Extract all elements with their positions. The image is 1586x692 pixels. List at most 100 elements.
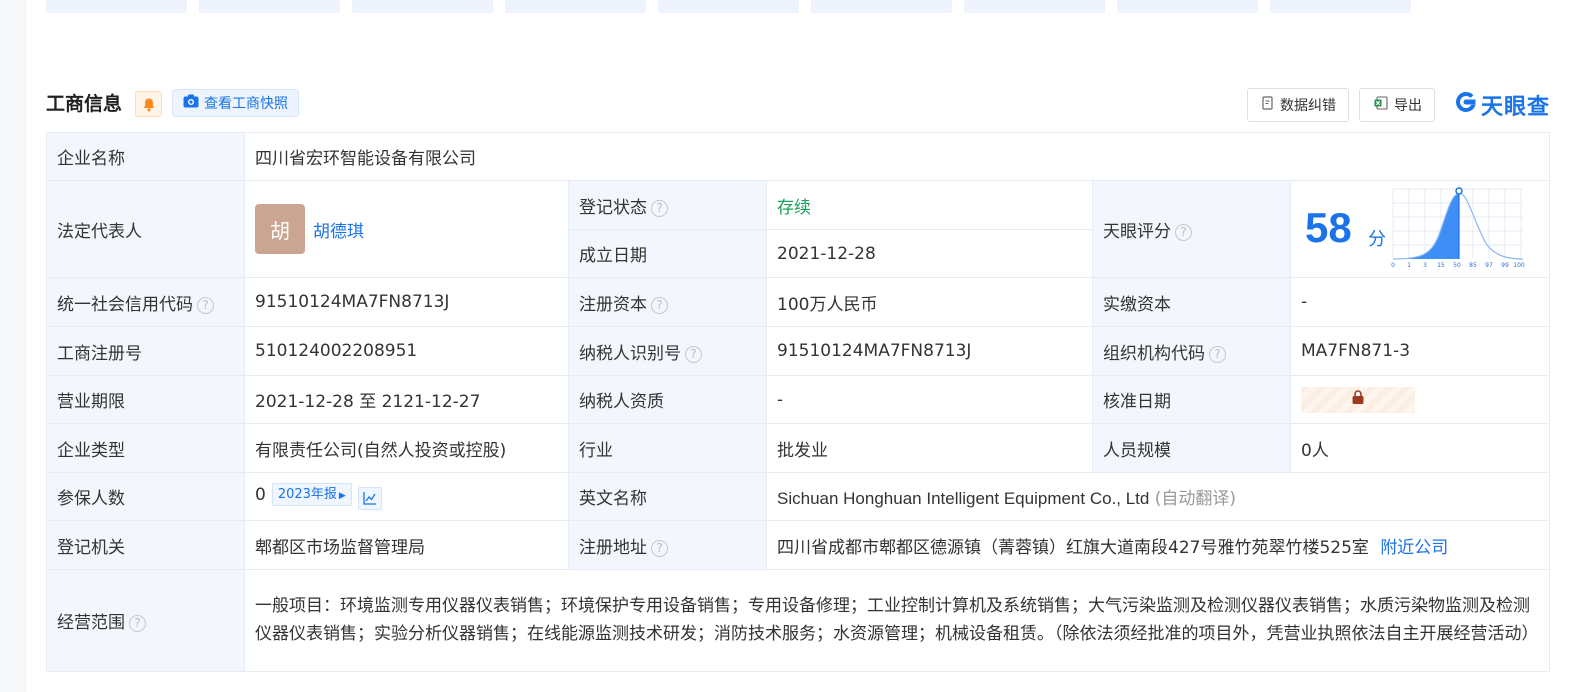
legal-rep-label: 法定代表人 xyxy=(46,180,245,278)
score-axis-tick: 3 xyxy=(1423,262,1427,269)
org-code-label: 组织机构代码 xyxy=(1103,343,1205,364)
company-name-value: 四川省宏环智能设备有限公司 xyxy=(243,132,1551,181)
lock-icon xyxy=(1350,389,1366,410)
nearby-companies-link[interactable]: 附近公司 xyxy=(1380,538,1448,558)
top-tab[interactable] xyxy=(1117,0,1258,13)
scope-label-cell: 经营范围? xyxy=(46,569,245,672)
credit-code-value: 91510124MA7FN8713J xyxy=(244,277,569,327)
score-axis-tick: 15 xyxy=(1437,262,1445,269)
english-name-value: Sichuan Honghuan Intelligent Equipment C… xyxy=(777,489,1150,508)
top-tab[interactable] xyxy=(505,0,646,13)
help-icon[interactable]: ? xyxy=(685,345,702,363)
header-tools: 数据纠错 导出 天眼查 xyxy=(1246,88,1550,122)
scope-label: 经营范围 xyxy=(57,613,125,633)
score-unit: 分 xyxy=(1368,229,1386,250)
legal-rep-link[interactable]: 胡德琪 xyxy=(313,222,364,242)
reg-status-value: 存续 xyxy=(766,180,1093,230)
table-row: 工商注册号 510124002208951 纳税人识别号? 91510124MA… xyxy=(46,326,1551,376)
authority-value: 郫都区市场监督管理局 xyxy=(244,520,569,570)
address-cell: 四川省成都市郫都区德源镇（菁蓉镇）红旗大道南段427号雅竹苑翠竹楼525室 附近… xyxy=(765,520,1551,570)
export-button[interactable]: 导出 xyxy=(1358,88,1435,122)
credit-code-label-cell: 统一社会信用代码? xyxy=(46,277,245,327)
score-distribution-chart: 0 1 3 15 50 85 97 99 100 xyxy=(1391,187,1525,269)
help-icon[interactable]: ? xyxy=(651,296,668,314)
help-icon[interactable]: ? xyxy=(197,296,214,314)
reg-capital-label: 注册资本 xyxy=(579,294,647,315)
english-name-label: 英文名称 xyxy=(568,472,767,521)
industry-label: 行业 xyxy=(568,423,767,473)
founded-value: 2021-12-28 xyxy=(766,229,1093,278)
help-icon[interactable]: ? xyxy=(1175,223,1192,241)
help-icon[interactable]: ? xyxy=(651,539,668,557)
help-icon[interactable]: ? xyxy=(129,615,146,632)
bell-icon[interactable] xyxy=(135,91,162,117)
company-type-value: 有限责任公司(自然人投资或控股) xyxy=(244,423,569,473)
logo-mark-icon xyxy=(1454,90,1478,120)
data-correction-label: 数据纠错 xyxy=(1279,98,1336,114)
score-axis-tick: 85 xyxy=(1469,262,1477,269)
export-label: 导出 xyxy=(1393,98,1422,114)
score-axis-tick: 0 xyxy=(1391,262,1395,269)
term-label: 营业期限 xyxy=(46,375,245,424)
staff-size-label: 人员规模 xyxy=(1092,423,1291,473)
tianyancha-logo: 天眼查 xyxy=(1454,89,1550,121)
taxpayer-id-label: 纳税人识别号 xyxy=(579,343,681,364)
view-snapshot-label: 查看工商快照 xyxy=(204,96,288,112)
authority-label: 登记机关 xyxy=(46,520,245,570)
insured-value: 0 xyxy=(255,485,266,506)
trend-chart-icon[interactable] xyxy=(357,486,382,510)
score-label-cell: 天眼评分? xyxy=(1092,180,1291,278)
table-row: 企业类型 有限责任公司(自然人投资或控股) 行业 批发业 人员规模 0人 xyxy=(46,423,1551,473)
help-icon[interactable]: ? xyxy=(651,199,668,217)
top-tab[interactable] xyxy=(199,0,340,13)
score-axis-tick: 50 xyxy=(1453,262,1461,269)
taxpayer-id-label-cell: 纳税人识别号? xyxy=(568,326,767,376)
edit-doc-icon xyxy=(1262,96,1274,114)
paid-capital-value: - xyxy=(1289,277,1551,327)
address-label: 注册地址 xyxy=(579,537,647,558)
company-type-label: 企业类型 xyxy=(46,423,245,473)
top-tab[interactable] xyxy=(352,0,493,13)
insured-cell: 0 2023年报 ▶ xyxy=(244,472,569,521)
approved-date-cell xyxy=(1289,375,1551,424)
table-row: 法定代表人 胡胡德琪 登记状态? 存续 天眼评分? 58 分 0 1 3 15 … xyxy=(46,180,1551,278)
table-row: 参保人数 0 2023年报 ▶ 英文名称 Sichuan Honghuan Inte… xyxy=(46,472,1551,521)
score-axis-tick: 99 xyxy=(1501,262,1509,269)
table-row: 经营范围? 一般项目：环境监测专用仪器仪表销售；环境保护专用设备销售；专用设备修… xyxy=(46,569,1551,672)
approved-date-label: 核准日期 xyxy=(1092,375,1291,424)
reg-number-label: 工商注册号 xyxy=(46,326,245,376)
left-sidebar-strip xyxy=(0,0,26,692)
insured-label: 参保人数 xyxy=(46,472,245,521)
taxpayer-id-value: 91510124MA7FN8713J xyxy=(766,326,1093,376)
section-header: 工商信息 查看工商快照 数据纠错 导出 天眼查 xyxy=(46,88,1550,122)
locked-value[interactable] xyxy=(1301,386,1415,413)
reg-capital-label-cell: 注册资本? xyxy=(568,277,767,327)
data-correction-button[interactable]: 数据纠错 xyxy=(1246,88,1349,122)
scope-value: 一般项目：环境监测专用仪器仪表销售；环境保护专用设备销售；专用设备修理；工业控制… xyxy=(243,569,1551,672)
reg-capital-value: 100万人民币 xyxy=(766,277,1093,327)
top-tab[interactable] xyxy=(811,0,952,13)
help-icon[interactable]: ? xyxy=(1209,345,1226,363)
top-tab[interactable] xyxy=(1270,0,1411,13)
reg-status-label: 登记状态 xyxy=(579,197,647,218)
score-axis-tick: 1 xyxy=(1407,262,1411,269)
top-tab[interactable] xyxy=(46,0,187,13)
top-tab-strip xyxy=(46,0,1411,13)
avatar[interactable]: 胡 xyxy=(255,204,305,254)
address-label-cell: 注册地址? xyxy=(568,520,767,570)
annual-report-badge[interactable]: 2023年报 ▶ xyxy=(271,483,352,507)
score-cell[interactable]: 58 分 0 1 3 15 50 85 97 99 100 xyxy=(1289,180,1551,278)
view-snapshot-button[interactable]: 查看工商快照 xyxy=(172,89,299,117)
english-name-cell: Sichuan Honghuan Intelligent Equipment C… xyxy=(765,472,1551,521)
credit-code-label: 统一社会信用代码 xyxy=(57,294,193,315)
reg-number-value: 510124002208951 xyxy=(244,326,569,376)
top-tab[interactable] xyxy=(658,0,799,13)
score-axis-tick: 97 xyxy=(1485,262,1493,269)
auto-translate-note: (自动翻译) xyxy=(1154,489,1237,509)
score-value: 58 xyxy=(1305,204,1352,251)
company-name-label: 企业名称 xyxy=(46,132,245,181)
score-axis-tick: 100 xyxy=(1513,262,1525,269)
top-tab[interactable] xyxy=(964,0,1105,13)
business-info-table: 企业名称 四川省宏环智能设备有限公司 法定代表人 胡胡德琪 登记状态? 存续 天… xyxy=(46,132,1551,672)
score-label: 天眼评分 xyxy=(1103,221,1171,242)
